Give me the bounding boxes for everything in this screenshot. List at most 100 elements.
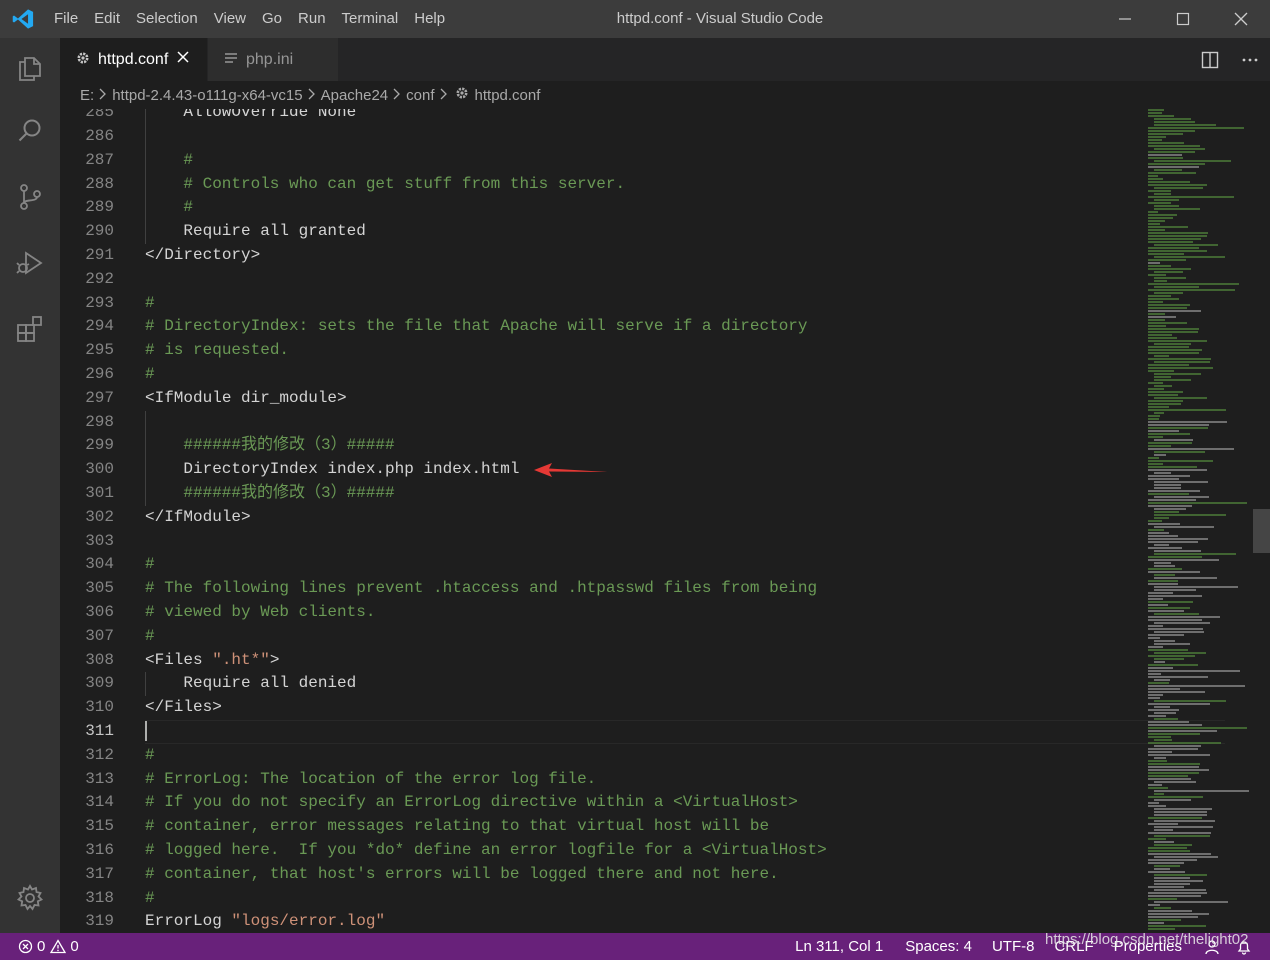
line-number: 293 [85, 293, 114, 312]
tab-httpd-conf[interactable]: httpd.conf [60, 38, 207, 81]
line-number: 318 [85, 888, 114, 907]
menu-terminal[interactable]: Terminal [334, 0, 407, 38]
code-line: <IfModule dir_module> [145, 388, 347, 407]
window-title: httpd.conf - Visual Studio Code [616, 10, 824, 27]
menu-view[interactable]: View [206, 0, 254, 38]
line-number: 288 [85, 174, 114, 193]
breadcrumb-folder[interactable]: httpd-2.4.43-o111g-x64-vc15 [112, 87, 302, 104]
code-line: # [145, 293, 155, 312]
code-line: # is requested. [145, 341, 290, 360]
code-line: <Files ".ht*"> [145, 650, 280, 669]
line-number: 316 [85, 841, 114, 859]
activity-bar [0, 38, 60, 933]
encoding-setting[interactable]: UTF-8 [984, 938, 1043, 955]
line-number: 311 [85, 722, 114, 740]
more-actions-icon[interactable] [1230, 51, 1270, 69]
run-debug-icon[interactable] [0, 238, 60, 288]
code-line: # Controls who can get stuff from this s… [183, 174, 626, 193]
maximize-button[interactable] [1154, 0, 1212, 38]
code-line: Require all denied [183, 674, 357, 693]
menu-file[interactable]: File [46, 0, 86, 38]
breadcrumb-folder[interactable]: Apache24 [321, 87, 389, 104]
tab-php-ini[interactable]: php.ini [208, 38, 338, 81]
indentation-setting[interactable]: Spaces: 4 [897, 938, 980, 955]
breadcrumb-folder[interactable]: conf [406, 87, 434, 104]
breadcrumb-drive[interactable]: E: [80, 87, 94, 104]
code-line: # viewed by Web clients. [145, 603, 376, 621]
code-line: ErrorLog "logs/error.log" [145, 912, 386, 931]
line-number: 289 [85, 198, 114, 217]
menu-go[interactable]: Go [254, 0, 290, 38]
code-line: # [145, 888, 155, 907]
line-number: 314 [85, 793, 114, 812]
close-icon [1234, 12, 1248, 26]
tab-label: httpd.conf [98, 50, 169, 68]
code-line: # [183, 198, 193, 217]
menu-selection[interactable]: Selection [128, 0, 206, 38]
split-editor-icon[interactable] [1190, 51, 1230, 69]
line-number: 312 [85, 745, 114, 764]
tab-label: php.ini [246, 50, 294, 68]
line-number: 286 [85, 127, 114, 145]
source-control-icon[interactable] [0, 172, 60, 222]
line-number: 296 [85, 365, 114, 383]
line-number: 290 [85, 222, 114, 241]
line-number: 292 [85, 269, 114, 288]
line-number: 300 [85, 460, 114, 479]
line-number: 301 [85, 484, 114, 502]
code-line: # DirectoryIndex: sets the file that Apa… [145, 317, 808, 336]
code-line: # The following lines prevent .htaccess … [145, 579, 818, 598]
explorer-icon[interactable] [0, 44, 60, 94]
gear-file-icon [76, 51, 90, 69]
minimap[interactable] [1146, 109, 1256, 933]
close-window-button[interactable] [1212, 0, 1270, 38]
breadcrumb-file[interactable]: httpd.conf [475, 87, 541, 104]
warning-count: 0 [70, 938, 79, 955]
code-editor[interactable]: 285 286 287 288 289 290 291 292 293 294 295 296 297 2… [60, 109, 1270, 933]
line-number: 299 [85, 436, 114, 455]
line-number: 310 [85, 698, 114, 717]
settings-gear-icon[interactable] [0, 873, 60, 923]
code-line: AllowOverride None [183, 109, 357, 122]
code-line: ######我的修改（3）##### [183, 484, 395, 502]
error-count: 0 [37, 938, 46, 955]
editor-tabs: httpd.conf php.ini [60, 38, 1270, 81]
extensions-icon[interactable] [0, 304, 60, 354]
indent-guide [145, 109, 146, 244]
code-line: # [183, 150, 193, 169]
close-tab-icon[interactable] [176, 50, 190, 69]
line-number: 313 [85, 769, 114, 788]
error-icon [18, 939, 33, 954]
chevron-right-icon [440, 87, 448, 104]
line-number: 307 [85, 626, 114, 645]
maximize-icon [1176, 12, 1190, 26]
menu-bar: File Edit Selection View Go Run Terminal… [46, 0, 453, 38]
code-line: # [145, 626, 155, 645]
cursor-position[interactable]: Ln 311, Col 1 [787, 938, 891, 955]
code-line: # container, error messages relating to … [145, 817, 770, 836]
text-cursor [145, 721, 147, 741]
menu-run[interactable]: Run [290, 0, 334, 38]
line-number: 302 [85, 507, 114, 526]
line-number: 317 [85, 864, 114, 883]
code-line: # [145, 365, 155, 383]
menu-help[interactable]: Help [406, 0, 453, 38]
gear-file-icon [455, 86, 469, 104]
scrollbar-thumb[interactable] [1253, 509, 1270, 553]
line-number: 295 [85, 341, 114, 360]
minimize-button[interactable] [1096, 0, 1154, 38]
chevron-right-icon [308, 87, 316, 104]
minimize-icon [1119, 18, 1131, 20]
code-area[interactable]: AllowOverride None # # Controls who can ge… [145, 109, 1225, 933]
menu-edit[interactable]: Edit [86, 0, 128, 38]
code-line: </Directory> [145, 246, 261, 264]
title-bar: File Edit Selection View Go Run Terminal… [0, 0, 1270, 38]
warning-icon [50, 939, 67, 954]
problems-indicator[interactable]: 0 0 [0, 938, 87, 955]
breadcrumb: E: httpd-2.4.43-o111g-x64-vc15 Apache24 … [60, 81, 1270, 109]
line-number: 315 [85, 817, 114, 836]
lines-file-icon [224, 51, 238, 69]
search-icon[interactable] [0, 106, 60, 156]
line-number: 308 [85, 650, 114, 669]
line-number: 305 [85, 579, 114, 598]
